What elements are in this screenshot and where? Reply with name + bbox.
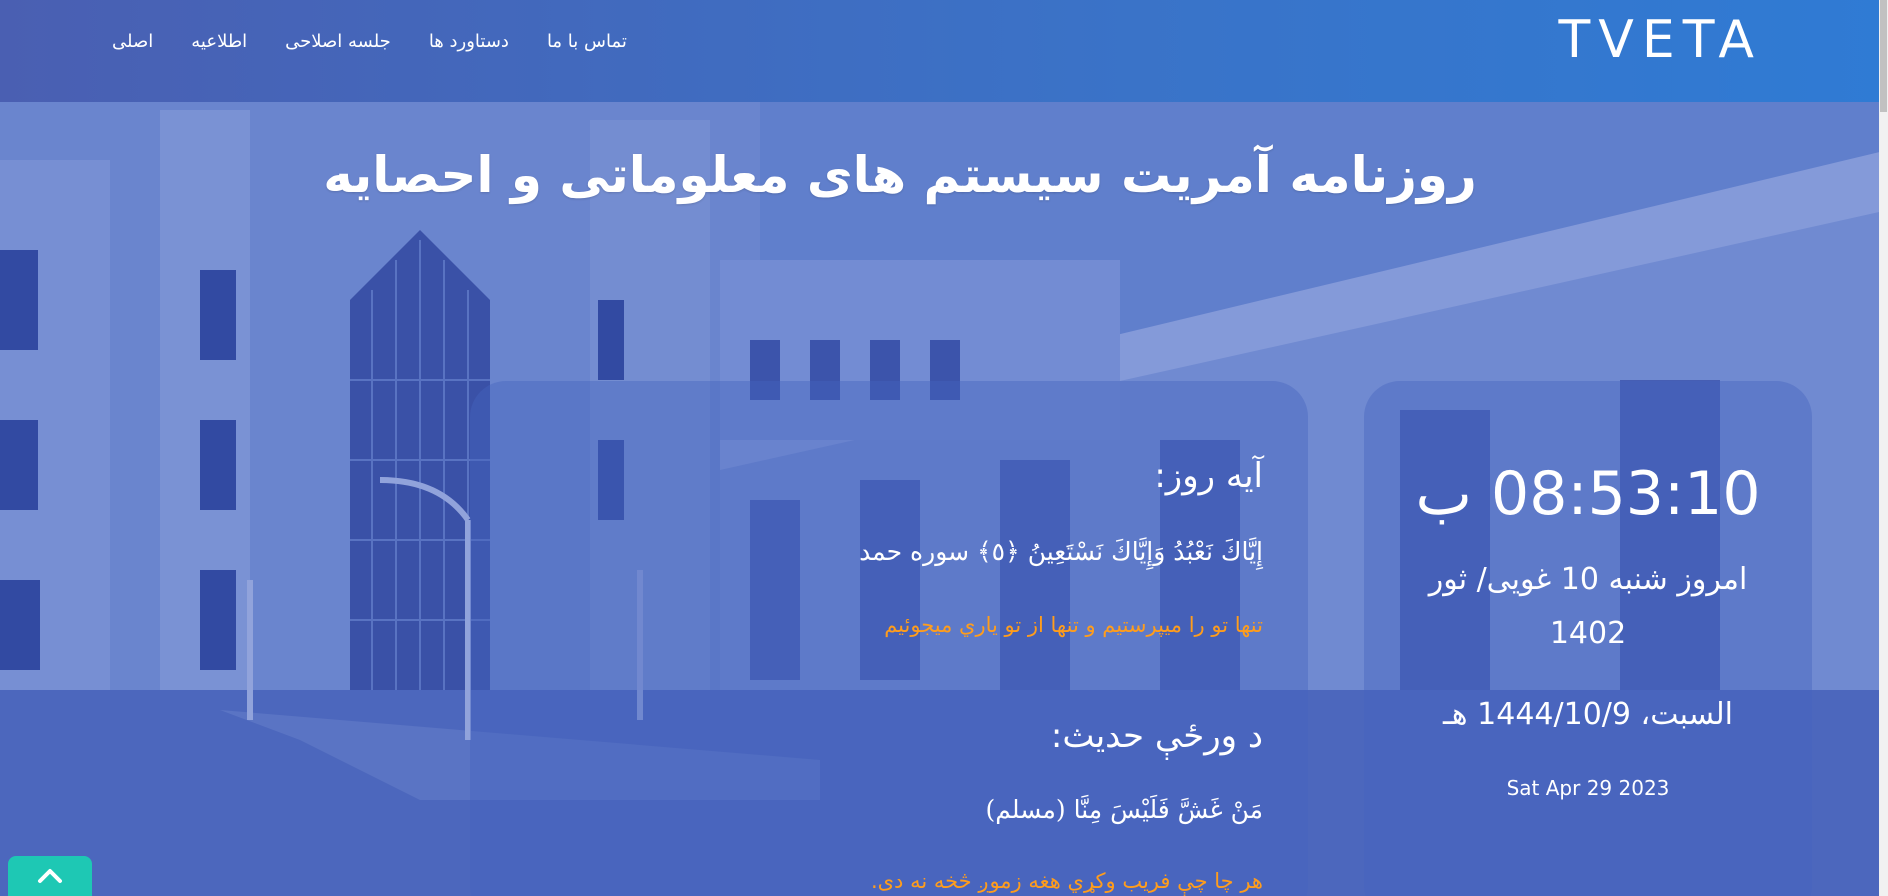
- hadith-translation: هر چا چې فريب وکړي هغه زموږ څخه نه دی.: [870, 869, 1263, 893]
- digital-clock: 08:53:10 ب: [1415, 459, 1761, 529]
- hadith-arabic-text: مَنْ غَشَّ فَلَيْسَ مِنَّا (مسلم): [985, 795, 1263, 824]
- top-navbar: TVETA اصلی اطلاعیه جلسه اصلاحی دستاورد ه…: [0, 0, 1888, 102]
- hijri-date: السبت، 1444/10/9 هـ: [1443, 697, 1733, 732]
- shamsi-date: امروز شنبه 10 غویی/ ثور 1402: [1428, 562, 1748, 651]
- nav-item-announcements[interactable]: اطلاعیه: [191, 28, 247, 58]
- scrollbar-thumb[interactable]: [1880, 0, 1887, 112]
- hadith-of-day-title: د ورځې حديث:: [1050, 716, 1263, 756]
- nav-item-achievements[interactable]: دستاورد ها: [429, 28, 509, 58]
- clock-card: 08:53:10 ب امروز شنبه 10 غویی/ ثور 1402 …: [1364, 381, 1812, 896]
- nav-item-contact[interactable]: تماس با ما: [547, 28, 627, 58]
- verse-arabic-text: إِيَّاكَ نَعْبُدُ وَإِيَّاكَ نَسْتَعِينُ…: [859, 537, 1263, 566]
- chevron-up-icon: [38, 869, 62, 883]
- page-title: روزنامه آمریت سیستم های معلوماتی و احصای…: [323, 146, 1477, 204]
- verse-of-day-title: آیه روز:: [1154, 456, 1263, 496]
- verse-translation: تنها تو را میپرستیم و تنها از تو ياري مي…: [884, 613, 1263, 637]
- brand-logo-text[interactable]: TVETA: [1559, 8, 1763, 72]
- gregorian-date: Sat Apr 29 2023: [1506, 776, 1670, 800]
- nav-item-reform-meeting[interactable]: جلسه اصلاحی: [285, 28, 391, 58]
- page: TVETA اصلی اطلاعیه جلسه اصلاحی دستاورد ه…: [0, 0, 1888, 896]
- back-to-top-button[interactable]: [8, 856, 92, 896]
- verse-hadith-card: آیه روز: إِيَّاكَ نَعْبُدُ وَإِيَّاكَ نَ…: [470, 381, 1308, 896]
- main-nav: اصلی اطلاعیه جلسه اصلاحی دستاورد ها تماس…: [112, 28, 627, 58]
- nav-item-home[interactable]: اصلی: [112, 28, 153, 58]
- page-scrollbar[interactable]: [1879, 0, 1888, 896]
